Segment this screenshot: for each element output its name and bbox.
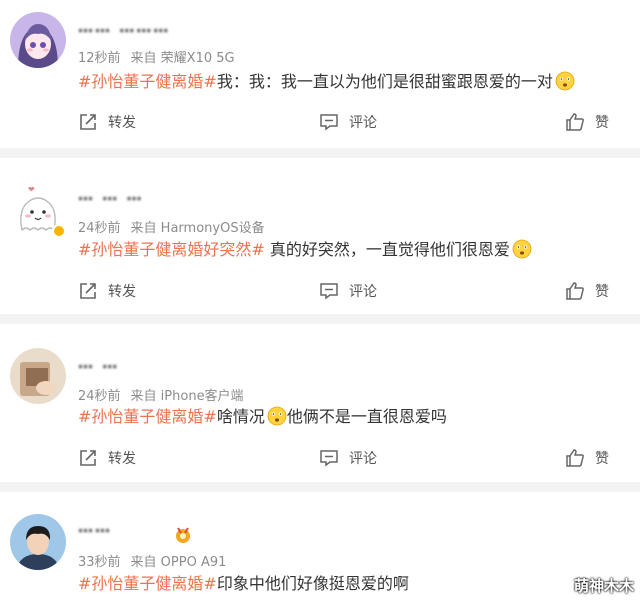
like-button[interactable]: 赞 — [565, 279, 609, 303]
hashtag-link[interactable]: #孙怡董子健离婚# — [78, 407, 217, 426]
post-time: 24秒前 — [78, 389, 121, 404]
comment-button[interactable]: 评论 — [319, 446, 377, 470]
flushed-emoji-icon — [512, 239, 532, 259]
post-content: #孙怡董子健离婚好突然# 真的好突然，一直觉得他们很恩爱 — [78, 239, 580, 261]
post-source: 来自 HarmonyOS设备 — [130, 221, 265, 236]
post-card: ❤ … … … 24秒前 来自 HarmonyOS设备 #孙怡董子健离婚好突然# … — [0, 158, 640, 314]
post-card: …… ……… 12秒前 来自 荣耀X10 5G #孙怡董子健离婚#我：我：我一直以… — [0, 0, 640, 148]
post-card: …… 33秒前 来自 OPPO A91 #孙怡董子健离婚#印象中他们好像挺恩爱的啊 — [0, 492, 640, 602]
hashtag-link[interactable]: #孙怡董子健离婚好突然# — [78, 240, 265, 259]
share-label: 转发 — [108, 284, 136, 300]
avatar[interactable] — [10, 514, 66, 570]
share-icon — [80, 114, 96, 130]
post-text: 真的好突然，一直觉得他们很恩爱 — [264, 240, 510, 259]
avatar[interactable] — [10, 12, 66, 68]
post-actions: 转发 评论 赞 — [0, 279, 640, 303]
post-time: 33秒前 — [78, 555, 121, 570]
comment-icon — [320, 450, 338, 467]
like-label: 赞 — [595, 284, 609, 300]
share-button[interactable]: 转发 — [78, 446, 136, 470]
comment-button[interactable]: 评论 — [319, 110, 377, 134]
post-meta: 24秒前 来自 HarmonyOS设备 — [78, 217, 265, 236]
share-button[interactable]: 转发 — [78, 110, 136, 134]
thumbs-up-icon — [566, 113, 584, 131]
comment-icon — [320, 283, 338, 300]
username[interactable]: …… ……… — [78, 18, 170, 36]
username[interactable]: … … — [78, 354, 119, 372]
share-button[interactable]: 转发 — [78, 279, 136, 303]
medal-icon — [176, 527, 190, 543]
comment-button[interactable]: 评论 — [319, 279, 377, 303]
comment-label: 评论 — [349, 451, 377, 467]
verified-badge — [52, 224, 66, 238]
post-text: 啥情况 — [216, 407, 265, 426]
post-text-continued: 他俩不是一直很恩爱吗 — [286, 407, 447, 426]
like-label: 赞 — [595, 451, 609, 467]
avatar[interactable] — [10, 348, 66, 404]
post-text: 我：我：我一直以为他们是很甜蜜跟恩爱的一对 — [216, 72, 553, 91]
post-text: 印象中他们好像挺恩爱的啊 — [216, 574, 409, 593]
flushed-emoji-icon — [555, 71, 575, 91]
post-actions: 转发 评论 赞 — [0, 446, 640, 470]
post-time: 12秒前 — [78, 51, 121, 66]
hashtag-link[interactable]: #孙怡董子健离婚# — [78, 72, 217, 91]
comment-icon — [320, 114, 338, 131]
share-label: 转发 — [108, 115, 136, 131]
post-source: 来自 OPPO A91 — [130, 555, 227, 570]
flushed-emoji-icon — [267, 406, 287, 426]
thumbs-up-icon — [566, 282, 584, 300]
username[interactable]: … … … — [78, 186, 143, 204]
hashtag-link[interactable]: #孙怡董子健离婚# — [78, 574, 217, 593]
like-label: 赞 — [595, 115, 609, 131]
comment-label: 评论 — [349, 284, 377, 300]
share-icon — [80, 283, 96, 299]
watermark: 萌神木木 — [573, 577, 634, 595]
share-label: 转发 — [108, 451, 136, 467]
username[interactable]: …… — [78, 518, 112, 536]
thumbs-up-icon — [566, 449, 584, 467]
post-source: 来自 iPhone客户端 — [130, 389, 244, 404]
post-content: #孙怡董子健离婚#我：我：我一直以为他们是很甜蜜跟恩爱的一对 — [78, 71, 580, 93]
svg-text:❤: ❤ — [28, 185, 35, 194]
post-meta: 12秒前 来自 荣耀X10 5G — [78, 47, 235, 66]
like-button[interactable]: 赞 — [565, 110, 609, 134]
post-content: #孙怡董子健离婚#啥情况 他俩不是一直很恩爱吗 — [78, 406, 580, 428]
post-meta: 24秒前 来自 iPhone客户端 — [78, 385, 244, 404]
post-source: 来自 荣耀X10 5G — [130, 51, 235, 66]
post-content: #孙怡董子健离婚#印象中他们好像挺恩爱的啊 — [78, 573, 580, 595]
post-meta: 33秒前 来自 OPPO A91 — [78, 551, 226, 570]
like-button[interactable]: 赞 — [565, 446, 609, 470]
comment-label: 评论 — [349, 115, 377, 131]
post-actions: 转发 评论 赞 — [0, 110, 640, 134]
share-icon — [80, 450, 96, 466]
post-card: … … 24秒前 来自 iPhone客户端 #孙怡董子健离婚#啥情况 他俩不是一直很… — [0, 324, 640, 482]
post-time: 24秒前 — [78, 221, 121, 236]
